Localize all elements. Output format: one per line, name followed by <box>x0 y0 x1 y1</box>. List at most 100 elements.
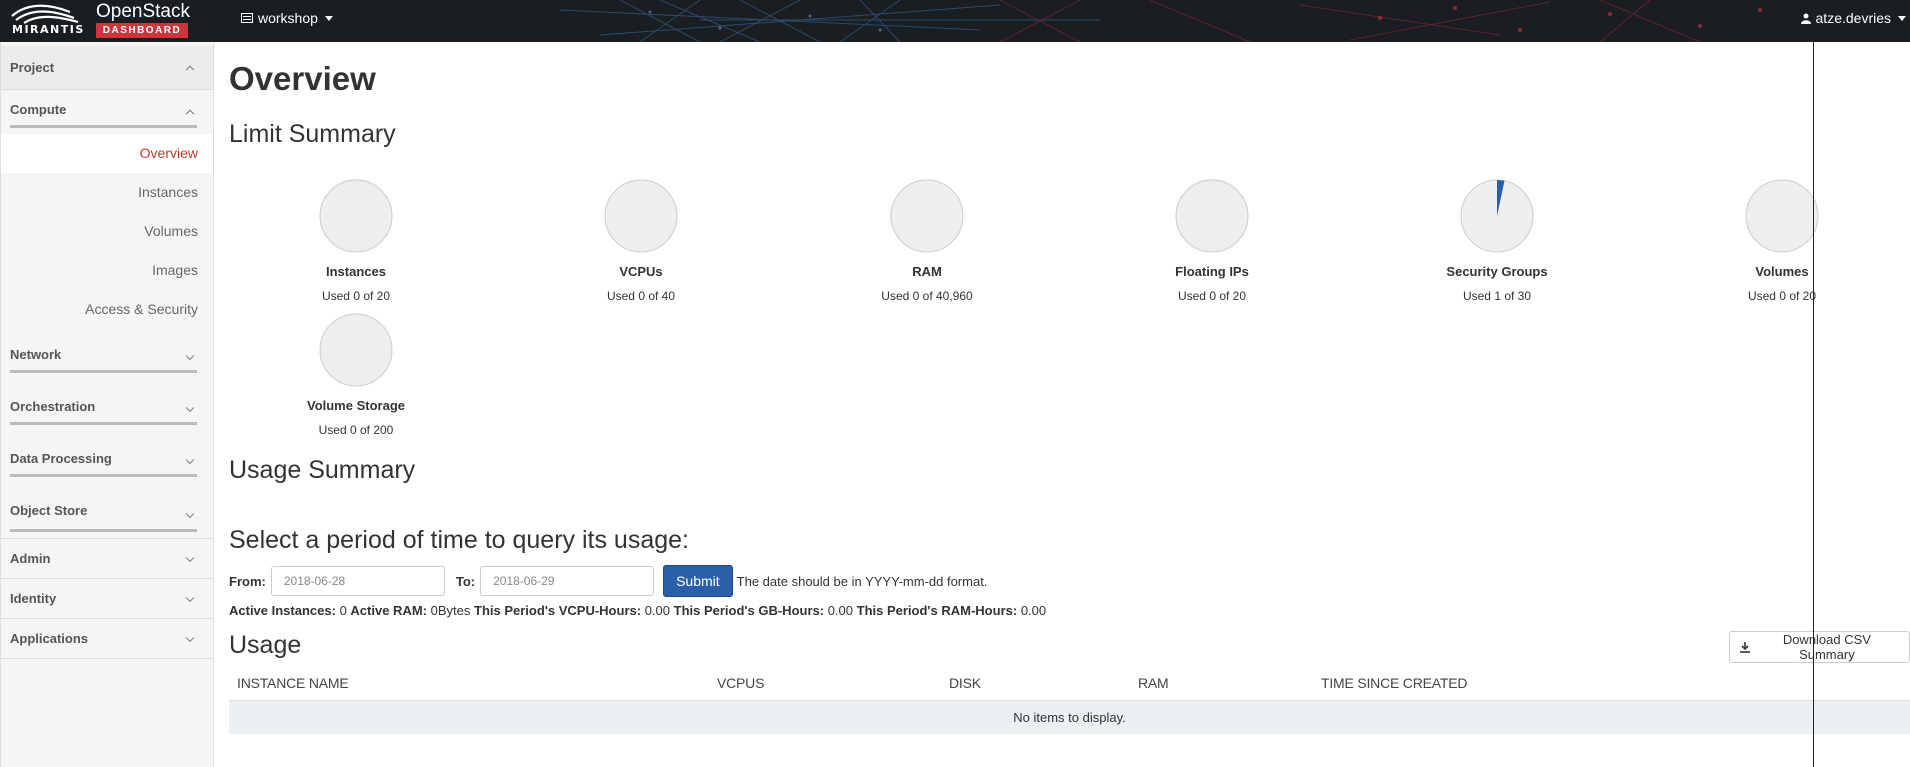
limit-pie-volume-storage: Volume Storage Used 0 of 200 <box>261 312 451 437</box>
column-header-instance-name[interactable]: INSTANCE NAME <box>229 666 709 701</box>
sidebar-section-label: Data Processing <box>10 451 112 466</box>
limit-used: Used 0 of 40 <box>606 289 676 303</box>
active-instances-value: 0 <box>339 603 347 618</box>
ram-hours-value: 0.00 <box>1020 603 1047 618</box>
limit-pie-ram: RAM Used 0 of 40,960 <box>832 178 1022 303</box>
project-switcher[interactable]: workshop <box>241 10 333 26</box>
sidebar-section-identity[interactable]: Identity <box>1 579 213 619</box>
limit-used: Used 0 of 200 <box>318 423 394 437</box>
table-header-row: INSTANCE NAME VCPUS DISK RAM TIME SINCE … <box>229 666 1910 701</box>
limit-title: Instances <box>326 264 386 279</box>
chevron-down-icon <box>185 633 195 642</box>
to-date-input[interactable] <box>480 566 655 596</box>
brand-product: OpenStack <box>96 1 190 22</box>
column-header-disk[interactable]: DISK <box>941 666 1130 701</box>
limit-used: Used 0 of 40,960 <box>881 289 973 303</box>
limit-used: Used 1 of 30 <box>1462 289 1532 303</box>
submit-button[interactable]: Submit <box>663 565 733 597</box>
to-label: To: <box>455 573 476 589</box>
active-instances-label: Active Instances: <box>229 603 336 618</box>
limit-title: Security Groups <box>1446 264 1548 279</box>
chevron-down-icon <box>185 351 195 361</box>
pie-chart <box>319 179 393 253</box>
pie-chart <box>1460 179 1534 253</box>
limit-used: Used 0 of 20 <box>1747 289 1817 303</box>
query-period-heading: Select a period of time to query its usa… <box>229 526 689 554</box>
limit-pie-instances: Instances Used 0 of 20 <box>261 178 451 303</box>
pie-chart <box>604 179 678 253</box>
download-csv-label: Download CSV Summary <box>1782 632 1871 662</box>
gb-hours-value: 0.00 <box>827 603 854 618</box>
chevron-up-icon <box>185 109 195 119</box>
user-menu[interactable]: atze.devries <box>1800 10 1910 26</box>
limit-pie-floating-ips: Floating IPs Used 0 of 20 <box>1117 178 1307 303</box>
usage-table: INSTANCE NAME VCPUS DISK RAM TIME SINCE … <box>229 666 1910 734</box>
chevron-down-icon <box>185 593 195 602</box>
chevron-down-icon <box>185 553 195 562</box>
table-row: No items to display. <box>229 700 1910 734</box>
usage-summary-heading: Usage Summary <box>229 456 416 484</box>
vcpu-hours-label: This Period's VCPU-Hours: <box>474 603 642 618</box>
user-icon <box>1800 13 1811 24</box>
sidebar-section-data-processing[interactable]: Data Processing <box>1 439 213 483</box>
sidebar-section-compute[interactable]: Compute <box>1 90 213 134</box>
chevron-up-icon <box>185 65 195 74</box>
sidebar-item-volumes[interactable]: Volumes <box>1 212 213 251</box>
limit-pie-volumes: Volumes Used 0 of 20 <box>1687 178 1877 303</box>
sidebar-item-overview[interactable]: Overview <box>1 134 213 173</box>
project-name: workshop <box>258 10 318 26</box>
sidebar-item-access-security[interactable]: Access & Security <box>1 290 213 329</box>
vcpu-hours-value: 0.00 <box>644 603 670 618</box>
chevron-down-icon <box>324 15 333 21</box>
brand-logo[interactable]: MIRANTIS OpenStack DASHBOARD <box>0 0 200 42</box>
limit-used: Used 0 of 20 <box>1177 289 1247 303</box>
column-header-ram[interactable]: RAM <box>1130 666 1313 701</box>
limit-pie-security-groups: Security Groups Used 1 of 30 <box>1402 178 1592 303</box>
user-name: atze.devries <box>1815 10 1891 26</box>
limit-title: RAM <box>912 264 942 279</box>
brand-company: MIRANTIS <box>12 23 85 36</box>
limit-pie-vcpus: VCPUs Used 0 of 40 <box>546 178 736 303</box>
sidebar-item-instances[interactable]: Instances <box>1 173 213 212</box>
pie-chart <box>890 179 964 253</box>
limit-title: Volumes <box>1755 264 1809 279</box>
window-edge-divider <box>1813 0 1814 767</box>
sidebar: Project Compute Overview Instances Volum… <box>0 42 214 767</box>
sidebar-item-images[interactable]: Images <box>1 251 213 290</box>
sidebar-section-network[interactable]: Network <box>1 335 213 379</box>
usage-heading: Usage <box>229 631 302 659</box>
sidebar-section-label: Orchestration <box>10 399 96 414</box>
sidebar-section-orchestration[interactable]: Orchestration <box>1 387 213 431</box>
sidebar-section-label: Network <box>10 347 62 362</box>
usage-stats: Active Instances: 0 Active RAM: 0Bytes T… <box>229 603 1046 618</box>
pie-chart <box>1175 179 1249 253</box>
from-date-input[interactable] <box>270 566 445 596</box>
pie-chart <box>1745 179 1819 253</box>
sidebar-section-object-store[interactable]: Object Store <box>1 491 213 539</box>
limit-title: VCPUs <box>619 264 663 279</box>
column-header-time-since-created[interactable]: TIME SINCE CREATED <box>1313 666 1910 701</box>
top-navbar: MIRANTIS OpenStack DASHBOARD workshop at… <box>0 0 1910 42</box>
from-label: From: <box>229 573 266 589</box>
active-ram-value: 0Bytes <box>430 603 471 618</box>
project-list-icon <box>241 13 253 23</box>
chevron-down-icon <box>1898 15 1906 21</box>
page-title: Overview <box>229 60 376 97</box>
sidebar-section-label: Compute <box>10 102 67 117</box>
sidebar-section-admin[interactable]: Admin <box>1 539 213 579</box>
sidebar-section-label: Applications <box>10 631 89 646</box>
sidebar-section-label: Identity <box>10 591 57 606</box>
column-header-vcpus[interactable]: VCPUS <box>709 666 941 701</box>
date-format-hint: The date should be in YYYY-mm-dd format. <box>736 573 988 589</box>
limit-used: Used 0 of 20 <box>321 289 391 303</box>
chevron-down-icon <box>185 455 195 465</box>
download-icon <box>1740 641 1750 653</box>
limit-summary-heading: Limit Summary <box>229 120 396 148</box>
chevron-down-icon <box>185 403 195 413</box>
sidebar-section-project[interactable]: Project <box>1 46 213 90</box>
sidebar-section-applications[interactable]: Applications <box>1 619 213 659</box>
gb-hours-label: This Period's GB-Hours: <box>673 603 825 618</box>
download-csv-button[interactable]: Download CSV Summary <box>1729 631 1910 663</box>
brand-badge: DASHBOARD <box>96 23 188 38</box>
chevron-down-icon <box>185 509 195 518</box>
